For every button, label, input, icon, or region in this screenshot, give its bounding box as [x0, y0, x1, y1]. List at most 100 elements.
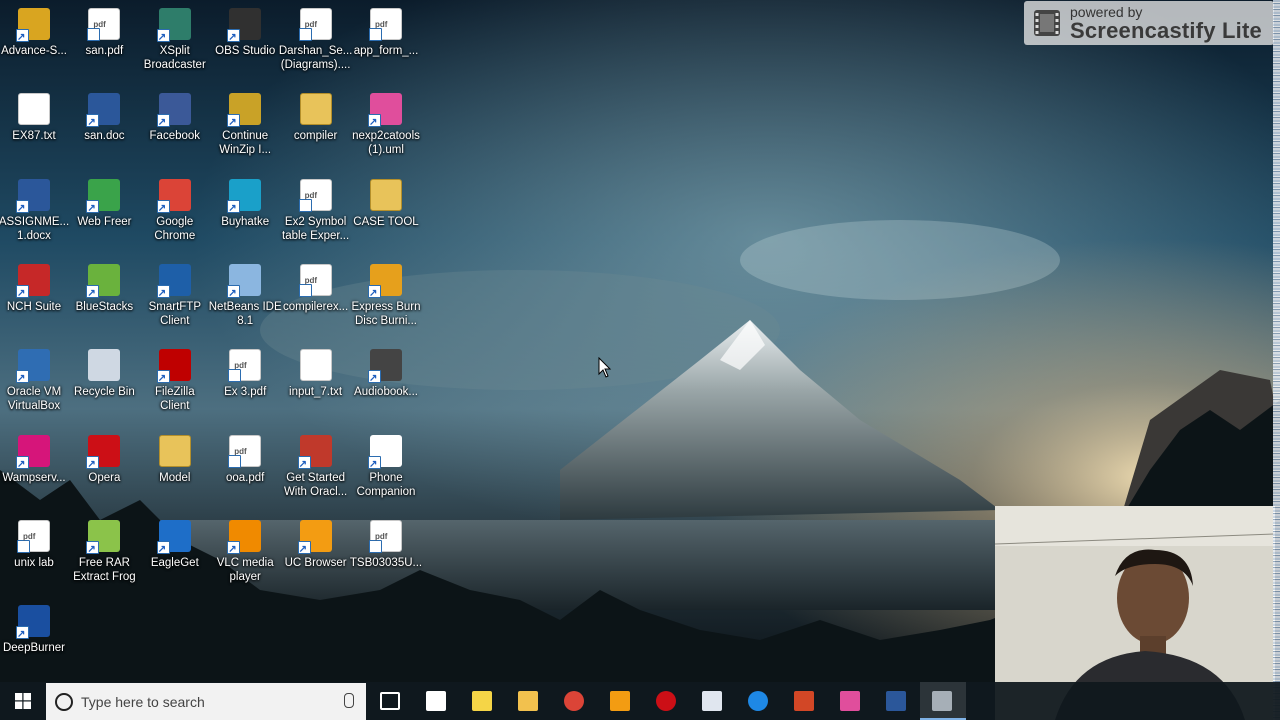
- desktop-icon[interactable]: san.doc: [69, 87, 139, 169]
- desktop-icon[interactable]: Oracle VM VirtualBox: [0, 343, 69, 425]
- desktop-icon[interactable]: ooa.pdf: [210, 429, 280, 511]
- desktop-icon[interactable]: Audiobook...: [351, 343, 421, 425]
- desktop-icon[interactable]: unix lab: [0, 514, 69, 596]
- screencastify-brand: Screencastify Lite: [1070, 18, 1262, 43]
- desktop-icon-label: Continue WinZip I...: [219, 130, 272, 157]
- desktop-icon[interactable]: Ex2 Symbol table Exper...: [281, 173, 351, 255]
- desktop-icon[interactable]: BlueStacks: [69, 258, 139, 340]
- taskbar-powerpoint-button[interactable]: [781, 682, 827, 720]
- taskbar-task-view-button[interactable]: [367, 682, 413, 720]
- desktop-icon[interactable]: app_form_...: [351, 2, 421, 84]
- taskbar-uc-browser-button[interactable]: [597, 682, 643, 720]
- desktop-icon[interactable]: FileZilla Client: [140, 343, 210, 425]
- desktop-icon-label: Audiobook...: [354, 386, 418, 399]
- desktop-icon[interactable]: Ex 3.pdf: [210, 343, 280, 425]
- desktop-icon[interactable]: Advance-S...: [0, 2, 69, 84]
- desktop-icon[interactable]: san.pdf: [69, 2, 139, 84]
- desktop-icon-label: EagleGet: [150, 556, 199, 569]
- opera-icon: [656, 691, 676, 711]
- desktop-icon[interactable]: Continue WinZip I...: [210, 87, 280, 169]
- desktop-icon[interactable]: ASSIGNME... 1.docx: [0, 173, 69, 255]
- taskbar-opera-button[interactable]: [643, 682, 689, 720]
- store-icon: [426, 691, 446, 711]
- desktop-icon[interactable]: Wampserv...: [0, 429, 69, 511]
- desktop-icon[interactable]: Opera: [69, 429, 139, 511]
- desktop-icon[interactable]: EagleGet: [140, 514, 210, 596]
- pdf-file-icon: [369, 8, 402, 42]
- desktop-icon[interactable]: nexp2catools (1).uml: [351, 87, 421, 169]
- desktop-icon-label: Advance-S...: [1, 45, 67, 57]
- desktop-icon-label: BlueStacks: [75, 300, 134, 313]
- taskbar-store-button[interactable]: [413, 682, 459, 720]
- desktop-icon[interactable]: CASE TOOL: [351, 173, 421, 255]
- obs-icon: [227, 8, 262, 43]
- desktop-icon[interactable]: NetBeans IDE 8.1: [209, 258, 282, 340]
- desktop-icon[interactable]: NCH Suite: [0, 258, 69, 340]
- pdf-file-icon: [228, 434, 262, 469]
- taskbar-edge-button[interactable]: [735, 682, 781, 720]
- desktop-icon-label: Opera: [88, 471, 121, 484]
- pdf-file-icon: [298, 8, 332, 42]
- desktop-icon[interactable]: TSB03035U...: [349, 514, 423, 596]
- taskbar-sticky-notes-button[interactable]: [459, 682, 505, 720]
- audiobook-icon: [368, 349, 402, 384]
- desktop-icon[interactable]: DeepBurner: [0, 599, 69, 681]
- pdf-file-icon: [17, 519, 50, 554]
- desktop-icon-label: Darshan_Se... (Diagrams)....: [278, 45, 353, 71]
- sticky-notes-icon: [472, 691, 492, 711]
- bluestacks-icon: [86, 263, 121, 299]
- desktop-icon[interactable]: EX87.txt: [0, 87, 69, 169]
- desktop-icon[interactable]: UC Browser: [281, 514, 351, 596]
- desktop-icon[interactable]: OBS Studio: [210, 2, 280, 84]
- desktop-icon[interactable]: Google Chrome: [140, 173, 210, 255]
- oracle-db-icon: [297, 434, 332, 470]
- desktop-icon[interactable]: Model: [140, 429, 210, 511]
- microphone-icon[interactable]: [344, 693, 354, 708]
- desktop-icon-label: TSB03035U...: [349, 556, 423, 569]
- desktop-icon[interactable]: input_7.txt: [281, 343, 351, 425]
- desktop-icon-label: ooa.pdf: [226, 471, 265, 484]
- desktop-icon[interactable]: Get Started With Oracl...: [281, 429, 351, 511]
- netbeans-icon: [227, 263, 262, 299]
- desktop-icon[interactable]: compiler: [281, 87, 351, 169]
- desktop-icon-label: Wampserv...: [2, 471, 66, 484]
- buyhatke-icon: [227, 178, 262, 214]
- desktop-icon[interactable]: Express Burn Disc Burni...: [351, 258, 421, 340]
- desktop-icon[interactable]: Free RAR Extract Frog: [69, 514, 139, 596]
- desktop-icon-label: Model: [159, 471, 191, 484]
- taskbar-star-uml-button[interactable]: [827, 682, 873, 720]
- taskbar-file-explorer-button[interactable]: [505, 682, 551, 720]
- start-button[interactable]: [0, 682, 46, 720]
- desktop-icon-label: san.doc: [84, 130, 125, 143]
- desktop-icon-label: CASE TOOL: [353, 215, 419, 228]
- desktop-icon[interactable]: XSplit Broadcaster: [140, 2, 210, 84]
- screencastify-watermark: powered by Screencastify Lite: [1024, 1, 1274, 45]
- rar-frog-icon: [86, 519, 121, 555]
- desktop-icon-label: nexp2catools (1).uml: [352, 130, 420, 157]
- screen-edge-strip: [1273, 0, 1280, 720]
- pdf-file-icon: [298, 178, 332, 213]
- desktop-icon-label: compiler: [293, 130, 338, 143]
- text-file-icon: [18, 93, 50, 126]
- desktop-icon[interactable]: Facebook: [140, 87, 210, 169]
- desktop-icon-label: Buyhatke: [221, 215, 270, 228]
- desktop-icon[interactable]: VLC media player: [210, 514, 280, 596]
- desktop-icon-label: Ex 3.pdf: [224, 386, 267, 399]
- taskbar-chrome-button[interactable]: [551, 682, 597, 720]
- desktop-icon[interactable]: Web Freer: [69, 173, 139, 255]
- desktop-icon-label: EX87.txt: [12, 130, 56, 143]
- taskbar-search-box[interactable]: Type here to search: [46, 683, 366, 720]
- desktop-icon[interactable]: Recycle Bin: [69, 343, 139, 425]
- star-uml-icon: [368, 93, 402, 128]
- desktop-icon-label: Free RAR Extract Frog: [73, 556, 136, 583]
- app-icon: [16, 8, 50, 43]
- taskbar-file-manager-button[interactable]: [689, 682, 735, 720]
- desktop-icon[interactable]: compilerex...: [281, 258, 351, 340]
- taskbar-word-button[interactable]: [873, 682, 919, 720]
- desktop-icon[interactable]: Phone Companion: [351, 429, 421, 511]
- desktop-icon[interactable]: Buyhatke: [210, 173, 280, 255]
- pdf-file-icon: [369, 519, 402, 554]
- desktop-icon[interactable]: SmartFTP Client: [140, 258, 210, 340]
- star-uml-icon: [840, 691, 860, 711]
- desktop-icon[interactable]: Darshan_Se... (Diagrams)....: [278, 2, 353, 84]
